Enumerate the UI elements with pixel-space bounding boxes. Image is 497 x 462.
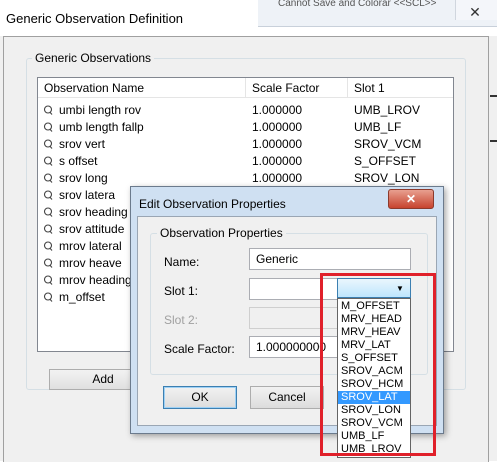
- observation-icon: [43, 122, 53, 132]
- cancel-button[interactable]: Cancel: [250, 386, 324, 409]
- name-label: Name:: [164, 255, 200, 269]
- slot1-value: UMB_LF: [354, 120, 402, 134]
- observation-name: mrov lateral: [59, 239, 122, 253]
- observation-name: m_offset: [59, 290, 105, 304]
- slot2-label: Slot 2:: [164, 313, 199, 327]
- observation-properties-label: Observation Properties: [157, 226, 286, 240]
- observation-icon: [43, 292, 53, 302]
- observation-icon: [43, 241, 53, 251]
- background-mark: [490, 140, 497, 142]
- slot1-value: SROV_LON: [354, 171, 420, 185]
- dialog-title: Edit Observation Properties: [139, 197, 286, 211]
- observation-name: srov attitude: [59, 222, 125, 236]
- background-mark: [490, 95, 497, 97]
- observation-icon: [43, 139, 53, 149]
- observation-name: s offset: [59, 154, 98, 168]
- scale-factor-label: Scale Factor:: [164, 342, 235, 356]
- scale-factor-value: 1.000000: [252, 171, 303, 185]
- observation-icon: [43, 207, 53, 217]
- column-header-name[interactable]: Observation Name: [38, 78, 246, 98]
- list-item[interactable]: umb length fallp 1.000000 UMB_LF: [38, 119, 453, 136]
- scale-factor-value: 1.000000: [252, 154, 303, 168]
- window-close-icon[interactable]: ✕: [460, 4, 490, 20]
- slot1-value: SROV_VCM: [354, 137, 422, 151]
- name-input[interactable]: Generic: [249, 248, 411, 270]
- slot1-value: S_OFFSET: [354, 154, 417, 168]
- scale-factor-value: 1.000000: [252, 137, 303, 151]
- observation-name: umbi length rov: [59, 103, 142, 117]
- observation-name: mrov heave: [59, 256, 122, 270]
- observation-icon: [43, 275, 53, 285]
- list-item[interactable]: srov vert 1.000000 SROV_VCM: [38, 136, 453, 153]
- scale-factor-value: 1.000000: [252, 120, 303, 134]
- observation-icon: [43, 190, 53, 200]
- list-item[interactable]: s offset 1.000000 S_OFFSET: [38, 153, 453, 170]
- background-window-text: Cannot Save and Colorar <<SCL>>: [278, 0, 437, 9]
- ok-button[interactable]: OK: [163, 386, 237, 409]
- observation-name: srov heading: [59, 205, 128, 219]
- window-title: Generic Observation Definition: [6, 11, 184, 26]
- column-header-slot1[interactable]: Slot 1: [348, 78, 453, 98]
- generic-observations-group-label: Generic Observations: [32, 51, 155, 65]
- highlight-box: [320, 273, 436, 456]
- scale-factor-value: 1.000000: [252, 103, 303, 117]
- observation-name: umb length fallp: [59, 120, 144, 134]
- list-item[interactable]: srov long 1.000000 SROV_LON: [38, 170, 453, 187]
- slot1-label: Slot 1:: [164, 284, 199, 298]
- observation-name: mrov heading: [59, 273, 132, 287]
- observation-name: srov vert: [59, 137, 106, 151]
- observation-name: srov latera: [59, 188, 116, 202]
- slot1-value: UMB_LROV: [354, 103, 421, 117]
- column-header-scale[interactable]: Scale Factor: [246, 78, 348, 98]
- observation-icon: [43, 173, 53, 183]
- observation-icon: [43, 258, 53, 268]
- observation-icon: [43, 156, 53, 166]
- observation-icon: [43, 105, 53, 115]
- list-item[interactable]: umbi length rov 1.000000 UMB_LROV: [38, 102, 453, 119]
- observation-name: srov long: [59, 171, 108, 185]
- observation-icon: [43, 224, 53, 234]
- dialog-close-icon[interactable]: ✕: [388, 189, 434, 209]
